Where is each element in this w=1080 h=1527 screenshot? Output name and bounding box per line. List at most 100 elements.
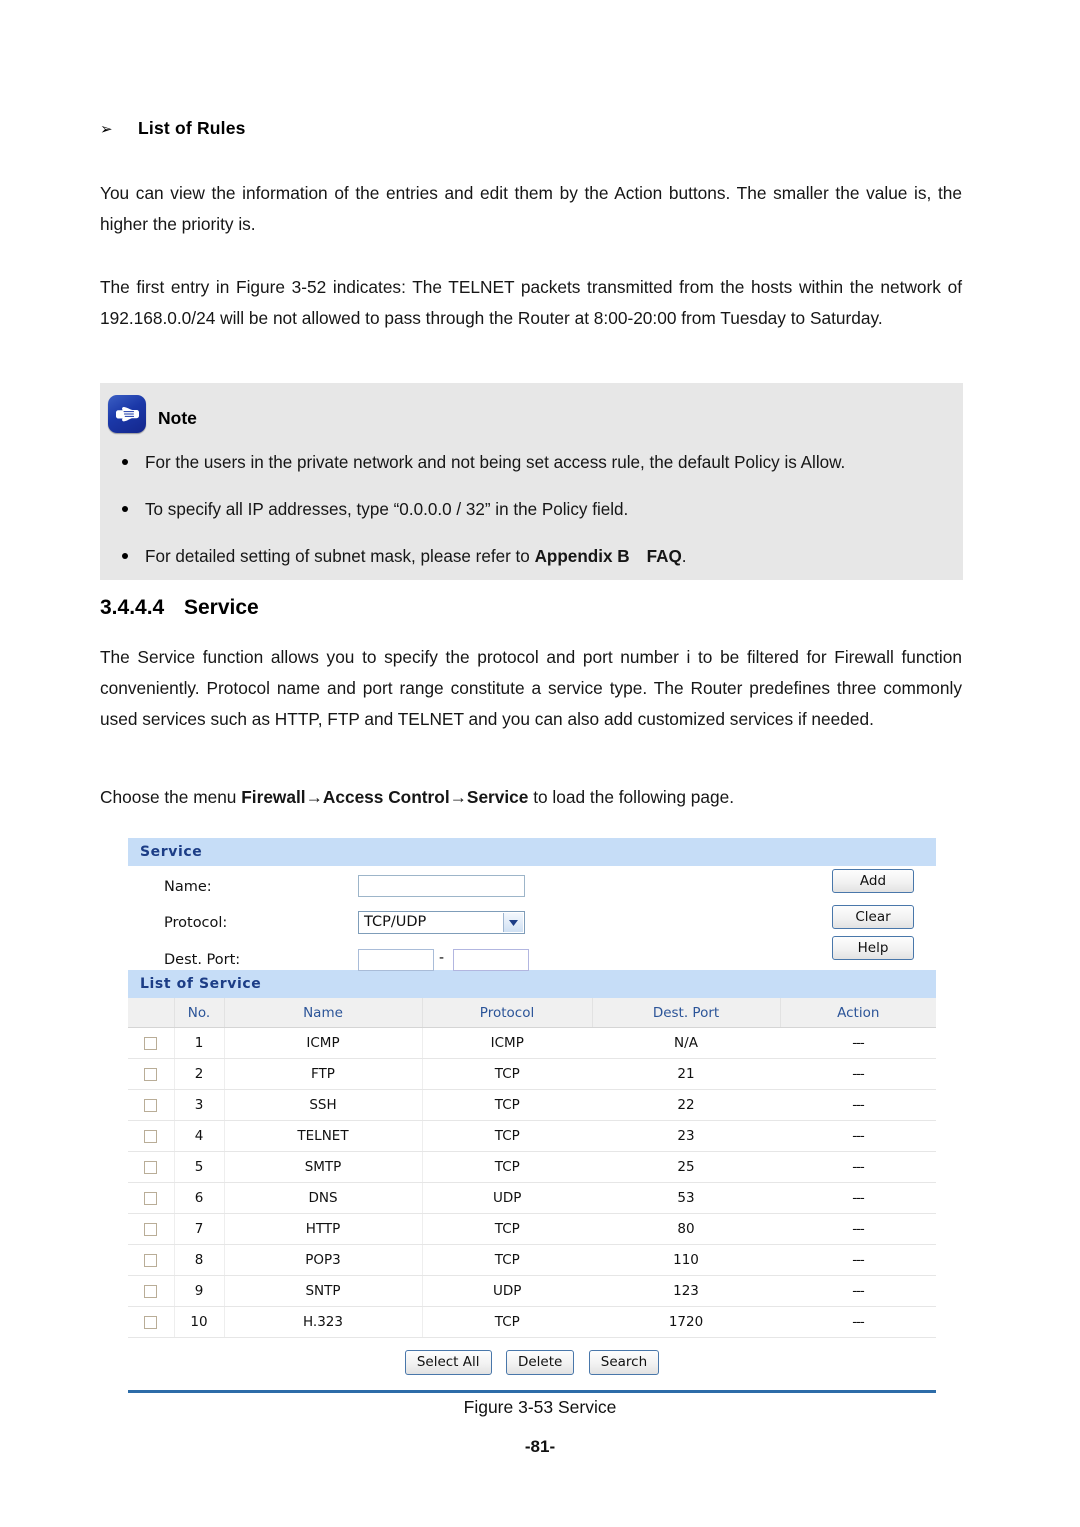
name-input[interactable] [358,875,525,897]
figure-caption: Figure 3-53 Service [463,1397,617,1417]
row-no: 9 [174,1275,225,1307]
select-all-button[interactable]: Select All [404,1350,492,1375]
note-item-bold: Appendix B FAQ [534,547,682,566]
row-port: 25 [592,1151,780,1183]
row-checkbox[interactable] [144,1067,158,1081]
dest-port-start-input[interactable] [358,949,434,971]
note-item-text: To specify all IP addresses, type “0.0.0… [145,500,629,519]
row-name: SSH [224,1089,423,1121]
chevron-down-icon[interactable] [503,913,523,932]
paragraph-service-intro: The Service function allows you to speci… [100,647,962,729]
row-checkbox[interactable] [144,1191,158,1205]
row-checkbox-cell[interactable] [128,1027,175,1059]
table-row: 3 SSH TCP 22 --- [128,1089,936,1121]
row-protocol: TCP [422,1058,592,1090]
row-no: 1 [174,1027,225,1059]
name-row: Name: [128,874,936,908]
table-row: 6 DNS UDP 53 --- [128,1182,936,1214]
row-port: 22 [592,1089,780,1121]
row-no: 7 [174,1213,225,1245]
menu-sentence-before: Choose the menu [100,787,242,807]
delete-button[interactable]: Delete [505,1350,575,1375]
section-number: 3.4.4.4 [100,596,165,619]
row-port: 110 [592,1244,780,1276]
note-list-item: For detailed setting of subnet mask, ple… [100,545,963,569]
table-row: 8 POP3 TCP 110 --- [128,1244,936,1276]
row-name: TELNET [224,1120,423,1152]
row-protocol: TCP [422,1120,592,1152]
row-checkbox[interactable] [144,1315,158,1329]
row-name: SMTP [224,1151,423,1183]
row-protocol: ICMP [422,1027,592,1059]
row-action: --- [780,1182,936,1214]
dest-port-end-input[interactable] [453,949,529,971]
row-checkbox[interactable] [144,1160,158,1174]
port-range-separator: - [439,950,445,966]
dest-port-label: Dest. Port: [164,952,241,968]
row-no: 4 [174,1120,225,1152]
row-checkbox[interactable] [144,1284,158,1298]
help-button[interactable]: Help [832,936,914,960]
row-name: H.323 [224,1306,423,1338]
note-box: Note For the users in the private networ… [100,383,963,580]
panel-bottom-rule [128,1390,936,1393]
row-protocol: TCP [422,1089,592,1121]
search-button[interactable]: Search [588,1350,660,1375]
table-action-bar: Select All Delete Search [128,1338,936,1388]
row-no: 10 [174,1306,225,1338]
protocol-select[interactable]: TCP/UDP [358,911,525,934]
row-port: 53 [592,1182,780,1214]
row-protocol: TCP [422,1244,592,1276]
row-checkbox-cell[interactable] [128,1275,175,1307]
menu-path-bold: Firewall→Access Control→Service [241,787,529,807]
row-action: --- [780,1306,936,1338]
row-action: --- [780,1244,936,1276]
row-checkbox-cell[interactable] [128,1058,175,1090]
header-action: Action [780,998,936,1028]
paragraph-rules-intro: You can view the information of the entr… [100,183,962,234]
section-title: Service [184,596,259,619]
protocol-label: Protocol: [164,915,228,931]
note-item-text: For the users in the private network and… [145,453,846,472]
protocol-row: Protocol: TCP/UDP [128,910,936,944]
row-checkbox-cell[interactable] [128,1213,175,1245]
list-of-rules-heading-text: List of Rules [138,118,246,138]
row-checkbox-cell[interactable] [128,1151,175,1183]
row-action: --- [780,1275,936,1307]
row-checkbox[interactable] [144,1129,158,1143]
row-no: 6 [174,1182,225,1214]
row-checkbox-cell[interactable] [128,1306,175,1338]
row-checkbox-cell[interactable] [128,1120,175,1152]
row-checkbox[interactable] [144,1253,158,1267]
add-button[interactable]: Add [832,869,914,893]
row-checkbox[interactable] [144,1036,158,1050]
row-checkbox-cell[interactable] [128,1244,175,1276]
row-action: --- [780,1213,936,1245]
row-protocol: TCP [422,1306,592,1338]
service-table-body: 1 ICMP ICMP N/A --- 2 FTP TCP 21 --- 3 S… [128,1027,936,1338]
bullet-dot-icon [122,506,128,512]
row-name: DNS [224,1182,423,1214]
row-protocol: UDP [422,1182,592,1214]
row-action: --- [780,1089,936,1121]
pointing-hand-icon [108,395,146,433]
header-checkbox [128,998,175,1028]
row-port: N/A [592,1027,780,1059]
row-checkbox-cell[interactable] [128,1089,175,1121]
row-protocol: TCP [422,1151,592,1183]
row-checkbox-cell[interactable] [128,1182,175,1214]
row-no: 3 [174,1089,225,1121]
note-title: Note [158,408,197,428]
header-name: Name [224,998,423,1028]
row-checkbox[interactable] [144,1222,158,1236]
row-port: 23 [592,1120,780,1152]
paragraph-menu-path: Choose the menu Firewall→Access Control→… [100,783,962,811]
row-action: --- [780,1027,936,1059]
clear-button[interactable]: Clear [832,905,914,929]
row-action: --- [780,1058,936,1090]
row-checkbox[interactable] [144,1098,158,1112]
header-dest-port: Dest. Port [592,998,781,1028]
row-port: 1720 [592,1306,780,1338]
table-row: 10 H.323 TCP 1720 --- [128,1306,936,1338]
service-table: No. Name Protocol Dest. Port Action 1 IC… [128,998,936,1338]
